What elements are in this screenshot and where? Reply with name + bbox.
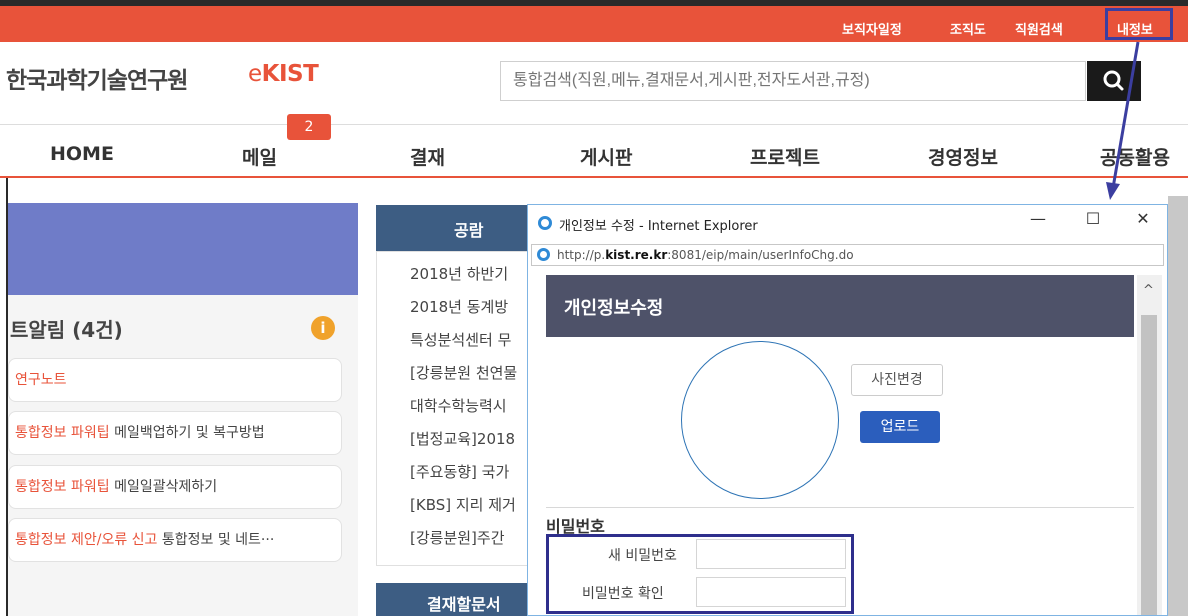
nav-home[interactable]: HOME — [50, 143, 114, 165]
address-bar[interactable]: http://p.kist.re.kr:8081/eip/main/userIn… — [531, 244, 1164, 266]
alert-title: 트알림 (4건) — [10, 318, 123, 342]
nav-board[interactable]: 게시판 — [580, 143, 632, 170]
manager-schedule-link[interactable]: 보직자일정 — [842, 19, 902, 38]
list-item[interactable]: [법정교육]2018 — [410, 428, 515, 449]
my-info-highlight — [1105, 8, 1173, 40]
utility-bar: 보직자일정 조직도 직원검색 내정보 — [0, 6, 1188, 42]
change-photo-button[interactable]: 사진변경 — [851, 364, 943, 396]
maximize-button[interactable]: ☐ — [1083, 209, 1103, 228]
list-item[interactable]: 통합정보 파워팁 메일일괄삭제하기 — [8, 465, 342, 509]
list-item[interactable]: 2018년 하반기 — [410, 263, 508, 284]
org-chart-link[interactable]: 조직도 — [950, 19, 986, 38]
nav-mail[interactable]: 메일 — [242, 143, 277, 170]
header-divider — [0, 124, 1188, 125]
minimize-button[interactable]: — — [1028, 209, 1048, 228]
mail-count-badge: 2 — [287, 114, 331, 140]
address-url: http://p.kist.re.kr:8081/eip/main/userIn… — [557, 248, 854, 262]
circulation-title: 공람 — [454, 221, 484, 240]
window-title: 개인정보 수정 - Internet Explorer — [559, 219, 758, 234]
pending-approval-title: 결재할문서 — [427, 595, 501, 614]
nav-approval[interactable]: 결재 — [410, 143, 445, 170]
section-divider — [546, 507, 1134, 508]
scrollbar-thumb[interactable] — [1141, 315, 1157, 615]
list-item[interactable]: [강릉분원]주간 — [410, 527, 505, 548]
page-title: 개인정보수정 — [564, 298, 664, 319]
scroll-up-icon[interactable]: ^ — [1143, 283, 1154, 298]
vertical-scrollbar[interactable]: ^ — [1137, 275, 1162, 615]
list-item[interactable]: 연구노트 — [8, 358, 342, 402]
nav-underline — [0, 176, 1188, 178]
nav-project[interactable]: 프로젝트 — [750, 143, 820, 170]
password-highlight — [546, 534, 854, 614]
nav-shared-use[interactable]: 공동활용 — [1100, 143, 1170, 170]
search-icon — [1103, 70, 1124, 91]
ekist-logo[interactable]: eKIST — [248, 61, 319, 87]
left-banner — [8, 203, 358, 295]
staff-search-link[interactable]: 직원검색 — [1015, 19, 1063, 38]
info-icon[interactable]: i — [311, 316, 335, 340]
form-header: 개인정보수정 — [546, 275, 1134, 337]
list-item[interactable]: 2018년 동계방 — [410, 296, 508, 317]
close-button[interactable]: ✕ — [1133, 209, 1153, 228]
list-item[interactable]: [주요동향] 국가 — [410, 461, 509, 482]
internet-explorer-icon — [537, 248, 550, 261]
search-button[interactable] — [1087, 61, 1141, 101]
list-item[interactable]: 대학수학능력시 — [410, 395, 507, 416]
search-input[interactable] — [500, 61, 1086, 101]
nav-management-info[interactable]: 경영정보 — [928, 143, 998, 170]
list-item[interactable]: 통합정보 제안/오류 신고 통합정보 및 네트··· — [8, 518, 342, 562]
list-item[interactable]: 통합정보 파워팁 메일백업하기 및 복구방법 — [8, 411, 342, 455]
list-item[interactable]: [KBS] 지리 제거 — [410, 494, 516, 515]
list-item[interactable]: 특성분석센터 무 — [410, 329, 511, 350]
avatar — [681, 341, 839, 499]
list-item[interactable]: [강릉분원 천연물 — [410, 362, 517, 383]
background-strip — [1168, 196, 1188, 616]
institute-name: 한국과학기술연구원 — [6, 68, 188, 94]
alert-panel — [8, 295, 358, 616]
internet-explorer-icon — [538, 216, 552, 230]
upload-button[interactable]: 업로드 — [860, 411, 940, 443]
